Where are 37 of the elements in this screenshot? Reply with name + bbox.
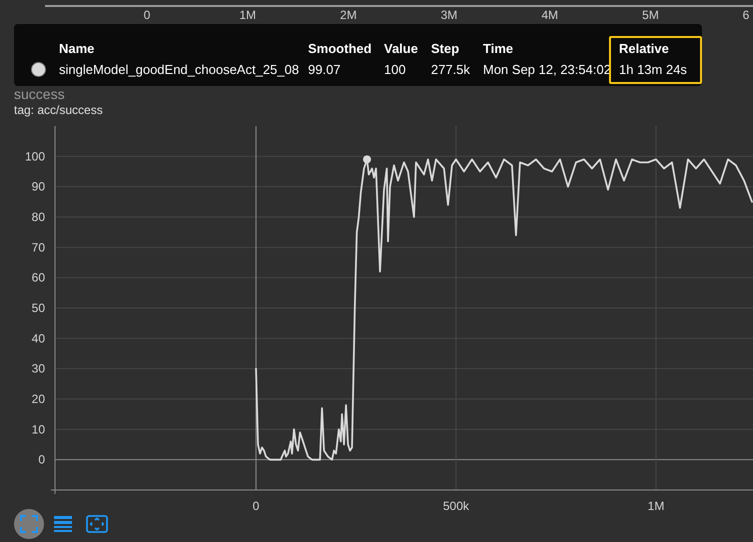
axis-label: 3M (440, 8, 458, 22)
y-tick-label: 60 (32, 270, 45, 285)
x-tick-label: 1M (648, 499, 664, 510)
column-header: Name (59, 41, 96, 56)
axis-label: 4M (540, 8, 560, 22)
table-cell-text: 1h 13m 24s (618, 62, 688, 77)
y-tick-label: 70 (32, 240, 45, 254)
axis-label: 1M (238, 8, 258, 22)
y-tick-label: 40 (32, 331, 45, 346)
x-tick-label: 0 (252, 499, 260, 510)
axis-label: 2M (339, 8, 358, 22)
y-tick-label: 50 (32, 301, 45, 315)
table-cell-text: 277.5k (431, 62, 472, 77)
y-tick-label: 30 (32, 362, 45, 376)
tag-label: tag: acc/success (14, 103, 104, 117)
table-cell-text: 100 (384, 62, 407, 77)
table-cell: Mon Sep 12, 23:54:02 (483, 62, 609, 77)
axis-label: 0 (142, 8, 152, 22)
x-tick-label: 500k (442, 499, 470, 510)
y-tick-label: 80 (32, 210, 45, 224)
axis-label: 6 (742, 8, 750, 22)
y-tick-label: 0 (38, 452, 45, 467)
y-tick-label: 10 (32, 422, 45, 436)
y-tick-label: 100 (24, 149, 45, 164)
fullscreen-icon[interactable] (14, 509, 44, 539)
column-header: Time (483, 41, 514, 56)
table-cell-text: 99.07 (308, 62, 342, 77)
table-cell-text: singleModel_goodEnd_chooseAct_25_08 (59, 62, 300, 77)
column-header: Relative (618, 41, 670, 56)
hover-point (363, 155, 371, 164)
y-tick-label: 90 (32, 180, 45, 194)
card-title: success (14, 87, 66, 102)
column-header: Smoothed (308, 41, 373, 56)
y-tick-label: 20 (32, 392, 45, 406)
column-header: Step (431, 41, 460, 56)
axis-label: 5M (641, 8, 660, 22)
column-header: Value (384, 41, 419, 56)
